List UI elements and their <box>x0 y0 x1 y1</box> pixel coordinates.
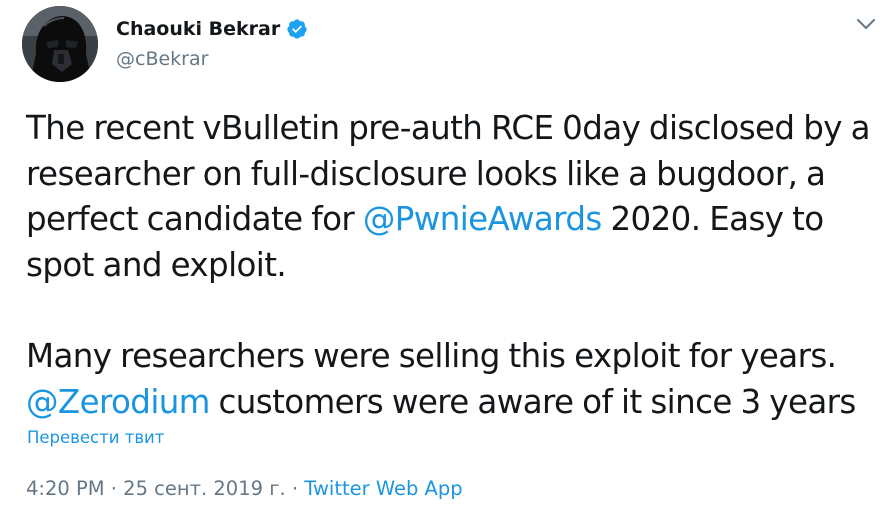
author-display-name[interactable]: Chaouki Bekrar <box>116 18 308 40</box>
verified-badge-icon <box>286 18 308 40</box>
mention-link-zerodium[interactable]: @Zerodium <box>26 383 210 421</box>
tweet-text-segment: Many researchers were selling this explo… <box>26 337 837 375</box>
tweet-body: The recent vBulletin pre-auth RCE 0day d… <box>26 106 876 425</box>
source-app-link[interactable]: Twitter Web App <box>304 477 462 500</box>
tweet-text-segment: customers were aware of it since 3 years <box>209 382 857 421</box>
chevron-down-icon[interactable] <box>854 12 878 36</box>
tweet-paragraph-2: Many researchers were selling this explo… <box>26 334 876 425</box>
meta-separator: · <box>285 477 305 500</box>
tweet-metadata: 4:20 PM · 25 сент. 2019 г. · Twitter Web… <box>26 477 463 501</box>
author-handle[interactable]: @cBekrar <box>116 48 208 70</box>
translate-tweet-link[interactable]: Перевести твит <box>27 428 164 448</box>
timestamp-link[interactable]: 4:20 PM · 25 сент. 2019 г. <box>26 477 286 500</box>
author-name-text[interactable]: Chaouki Bekrar <box>116 18 280 40</box>
tweet-paragraph-1: The recent vBulletin pre-auth RCE 0day d… <box>26 106 876 288</box>
mention-link-pwnieawards[interactable]: @PwnieAwards <box>363 200 602 238</box>
avatar[interactable] <box>22 6 98 82</box>
tweet-card: Chaouki Bekrar @cBekrar The recent vBull… <box>0 0 892 519</box>
